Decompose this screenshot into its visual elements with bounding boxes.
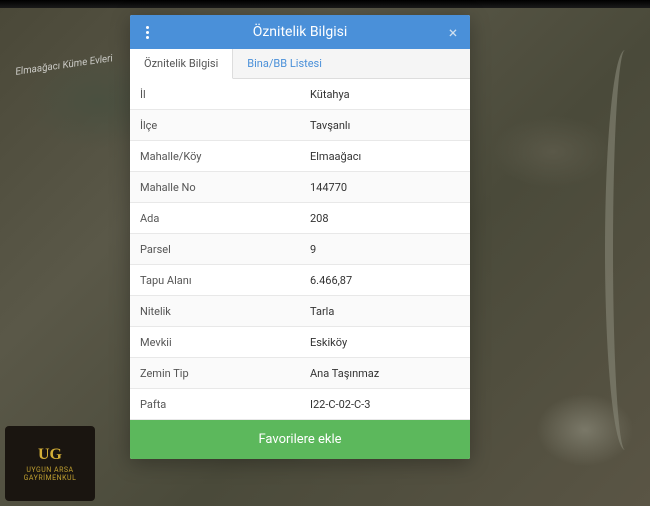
row-label: Pafta (130, 391, 300, 418)
attribute-table: İl Kütahya İlçe Tavşanlı Mahalle/Köy Elm… (130, 79, 470, 420)
row-value: I22-C-02-C-3 (300, 391, 470, 418)
table-row: Ada 208 (130, 203, 470, 234)
row-label: Mevkii (130, 329, 300, 356)
row-value: Tarla (300, 298, 470, 325)
row-value: Eskiköy (300, 329, 470, 356)
tab-building-list[interactable]: Bina/BB Listesi (233, 49, 336, 78)
row-value: Ana Taşınmaz (300, 360, 470, 387)
table-row: Zemin Tip Ana Taşınmaz (130, 358, 470, 389)
row-value: Elmaağacı (300, 143, 470, 170)
row-label: Parsel (130, 236, 300, 263)
map-road (605, 50, 645, 450)
logo-line2: GAYRİMENKUL (24, 474, 77, 482)
table-row: Mahalle No 144770 (130, 172, 470, 203)
dialog-title: Öznitelik Bilgisi (164, 24, 436, 40)
row-value: Kütahya (300, 81, 470, 108)
row-label: Tapu Alanı (130, 267, 300, 294)
row-label: Nitelik (130, 298, 300, 325)
attribute-dialog: Öznitelik Bilgisi × Öznitelik Bilgisi Bi… (130, 15, 470, 459)
table-row: Parsel 9 (130, 234, 470, 265)
close-icon[interactable]: × (436, 15, 470, 49)
menu-icon[interactable] (130, 15, 164, 49)
row-label: Ada (130, 205, 300, 232)
table-row: İl Kütahya (130, 79, 470, 110)
row-label: Mahalle No (130, 174, 300, 201)
row-value: 9 (300, 236, 470, 263)
table-row: İlçe Tavşanlı (130, 110, 470, 141)
table-row: Pafta I22-C-02-C-3 (130, 389, 470, 420)
row-value: 144770 (300, 174, 470, 201)
row-label: Mahalle/Köy (130, 143, 300, 170)
table-row: Mevkii Eskiköy (130, 327, 470, 358)
row-value: Tavşanlı (300, 112, 470, 139)
logo-line1: UYGUN ARSA (26, 466, 73, 474)
company-logo: UG UYGUN ARSA GAYRİMENKUL (5, 426, 95, 501)
row-label: İl (130, 81, 300, 108)
dialog-tabs: Öznitelik Bilgisi Bina/BB Listesi (130, 49, 470, 79)
logo-initials: UG (38, 446, 62, 464)
tab-attributes[interactable]: Öznitelik Bilgisi (130, 49, 233, 79)
table-row: Mahalle/Köy Elmaağacı (130, 141, 470, 172)
top-bar (0, 0, 650, 8)
row-label: İlçe (130, 112, 300, 139)
row-value: 208 (300, 205, 470, 232)
dialog-header: Öznitelik Bilgisi × (130, 15, 470, 49)
table-row: Tapu Alanı 6.466,87 (130, 265, 470, 296)
add-favorite-button[interactable]: Favorilere ekle (130, 420, 470, 459)
row-value: 6.466,87 (300, 267, 470, 294)
table-row: Nitelik Tarla (130, 296, 470, 327)
row-label: Zemin Tip (130, 360, 300, 387)
